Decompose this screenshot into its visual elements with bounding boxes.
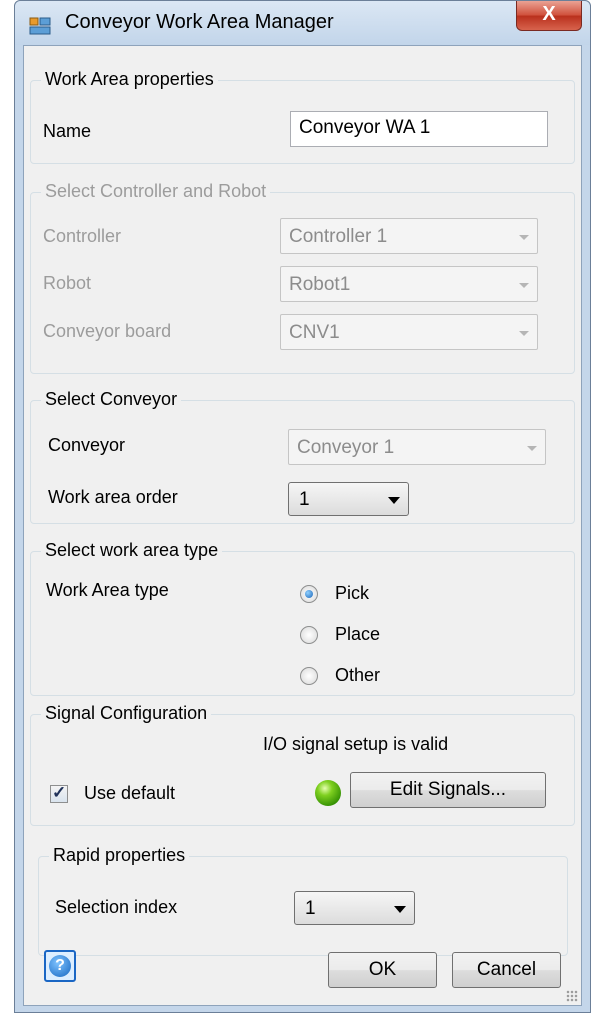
work-area-order-value: 1 bbox=[299, 489, 310, 510]
other-radio[interactable] bbox=[300, 667, 318, 685]
selection-index-value: 1 bbox=[305, 898, 316, 919]
resize-grip-icon[interactable] bbox=[566, 990, 578, 1002]
conveyor-board-select: CNV1 bbox=[280, 314, 538, 350]
pick-radio-label[interactable]: Pick bbox=[335, 583, 369, 604]
chevron-down-icon bbox=[394, 906, 406, 913]
help-button[interactable]: ? bbox=[44, 950, 76, 982]
chevron-down-icon bbox=[388, 497, 400, 504]
group-title: Select Conveyor bbox=[41, 389, 182, 410]
use-default-checkbox[interactable]: ✓ bbox=[50, 783, 68, 803]
chevron-down-icon bbox=[519, 235, 529, 240]
chevron-down-icon bbox=[519, 283, 529, 288]
selection-index-label: Selection index bbox=[55, 897, 178, 917]
status-led-icon bbox=[315, 780, 341, 806]
controller-value: Controller 1 bbox=[289, 226, 388, 247]
chevron-down-icon bbox=[527, 446, 537, 451]
robot-label: Robot bbox=[43, 273, 92, 293]
other-radio-label[interactable]: Other bbox=[335, 665, 380, 686]
signal-status-text: I/O signal setup is valid bbox=[263, 734, 449, 754]
close-button[interactable]: X bbox=[516, 1, 582, 31]
pick-radio[interactable] bbox=[300, 585, 318, 603]
conveyor-label: Conveyor bbox=[48, 435, 126, 455]
robot-value: Robot1 bbox=[289, 274, 351, 295]
conveyor-board-label: Conveyor board bbox=[43, 321, 172, 341]
group-title: Select work area type bbox=[41, 540, 223, 561]
name-label: Name bbox=[43, 121, 92, 141]
title-bar[interactable]: Conveyor Work Area Manager X bbox=[15, 1, 590, 45]
app-icon bbox=[29, 17, 51, 35]
ok-button[interactable]: OK bbox=[328, 952, 437, 988]
use-default-label[interactable]: Use default bbox=[84, 783, 175, 804]
dialog-client-area: Work Area properties Name Conveyor WA 1 … bbox=[23, 45, 582, 1006]
name-input[interactable]: Conveyor WA 1 bbox=[290, 111, 548, 147]
edit-signals-button[interactable]: Edit Signals... bbox=[350, 772, 546, 808]
cancel-button[interactable]: Cancel bbox=[452, 952, 561, 988]
group-title: Signal Configuration bbox=[41, 703, 212, 724]
group-title: Rapid properties bbox=[49, 845, 190, 866]
work-area-order-label: Work area order bbox=[48, 487, 178, 507]
group-title: Work Area properties bbox=[41, 69, 218, 90]
selection-index-select[interactable]: 1 bbox=[294, 891, 415, 925]
close-icon: X bbox=[542, 3, 556, 25]
controller-label: Controller bbox=[43, 226, 122, 246]
place-radio[interactable] bbox=[300, 626, 318, 644]
place-radio-label[interactable]: Place bbox=[335, 624, 380, 645]
conveyor-board-value: CNV1 bbox=[289, 322, 340, 343]
work-area-order-select[interactable]: 1 bbox=[288, 482, 409, 516]
dialog-window: Conveyor Work Area Manager X Work Area p… bbox=[14, 0, 591, 1013]
conveyor-value: Conveyor 1 bbox=[297, 437, 395, 458]
group-signal-configuration: Signal Configuration bbox=[30, 703, 575, 826]
help-icon: ? bbox=[49, 955, 71, 977]
robot-select: Robot1 bbox=[280, 266, 538, 302]
conveyor-select: Conveyor 1 bbox=[288, 429, 546, 465]
window-title: Conveyor Work Area Manager bbox=[65, 11, 334, 33]
controller-select: Controller 1 bbox=[280, 218, 538, 254]
chevron-down-icon bbox=[519, 331, 529, 336]
group-title: Select Controller and Robot bbox=[41, 181, 271, 202]
work-area-type-label: Work Area type bbox=[46, 580, 169, 600]
checkmark-icon: ✓ bbox=[52, 783, 67, 802]
